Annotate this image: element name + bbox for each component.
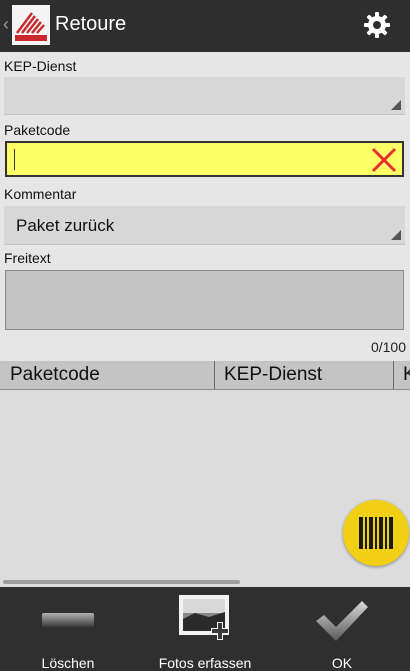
barcode-icon <box>359 517 393 549</box>
delete-label: Löschen <box>41 655 95 671</box>
gear-icon[interactable] <box>364 12 390 38</box>
add-photo-icon <box>179 595 233 649</box>
capture-photos-label: Fotos erfassen <box>158 655 252 671</box>
freitext-input[interactable] <box>5 270 404 330</box>
kommentar-label: Kommentar <box>4 186 77 202</box>
column-divider <box>214 361 215 389</box>
column-header-kommentar[interactable]: K <box>403 364 410 386</box>
bottom-action-bar: Löschen Fotos erfassen OK <box>0 587 410 671</box>
dropdown-triangle-icon <box>391 100 401 110</box>
horizontal-scrollbar[interactable] <box>3 580 240 584</box>
checkmark-icon <box>314 599 370 643</box>
column-header-kep-dienst[interactable]: KEP-Dienst <box>224 364 322 386</box>
freitext-label: Freitext <box>4 250 51 266</box>
column-header-paketcode[interactable]: Paketcode <box>10 364 100 386</box>
table-header: Paketcode KEP-Dienst K <box>0 361 410 390</box>
ok-button[interactable]: OK <box>274 587 410 671</box>
capture-photos-button[interactable]: Fotos erfassen <box>136 587 274 671</box>
kommentar-select[interactable]: Paket zurück <box>4 206 405 245</box>
minus-icon <box>42 611 94 629</box>
kep-dienst-label: KEP-Dienst <box>4 58 77 74</box>
char-counter: 0/100 <box>370 339 406 355</box>
kommentar-value: Paket zurück <box>16 216 115 235</box>
text-cursor <box>14 149 15 170</box>
column-divider <box>393 361 394 389</box>
delete-button[interactable]: Löschen <box>0 587 136 671</box>
title-bar: ‹ Retoure <box>0 0 410 52</box>
paketcode-label: Paketcode <box>4 122 71 138</box>
back-icon[interactable]: ‹ <box>3 14 9 35</box>
page-title: Retoure <box>55 13 127 35</box>
table-body[interactable] <box>0 390 410 587</box>
ok-label: OK <box>331 655 353 671</box>
coopo-logo-icon[interactable] <box>12 5 50 45</box>
kep-dienst-select[interactable] <box>4 77 405 115</box>
dropdown-triangle-icon <box>391 230 401 240</box>
paketcode-input[interactable] <box>5 141 404 177</box>
scan-barcode-button[interactable] <box>343 500 409 566</box>
close-icon[interactable] <box>369 145 399 175</box>
